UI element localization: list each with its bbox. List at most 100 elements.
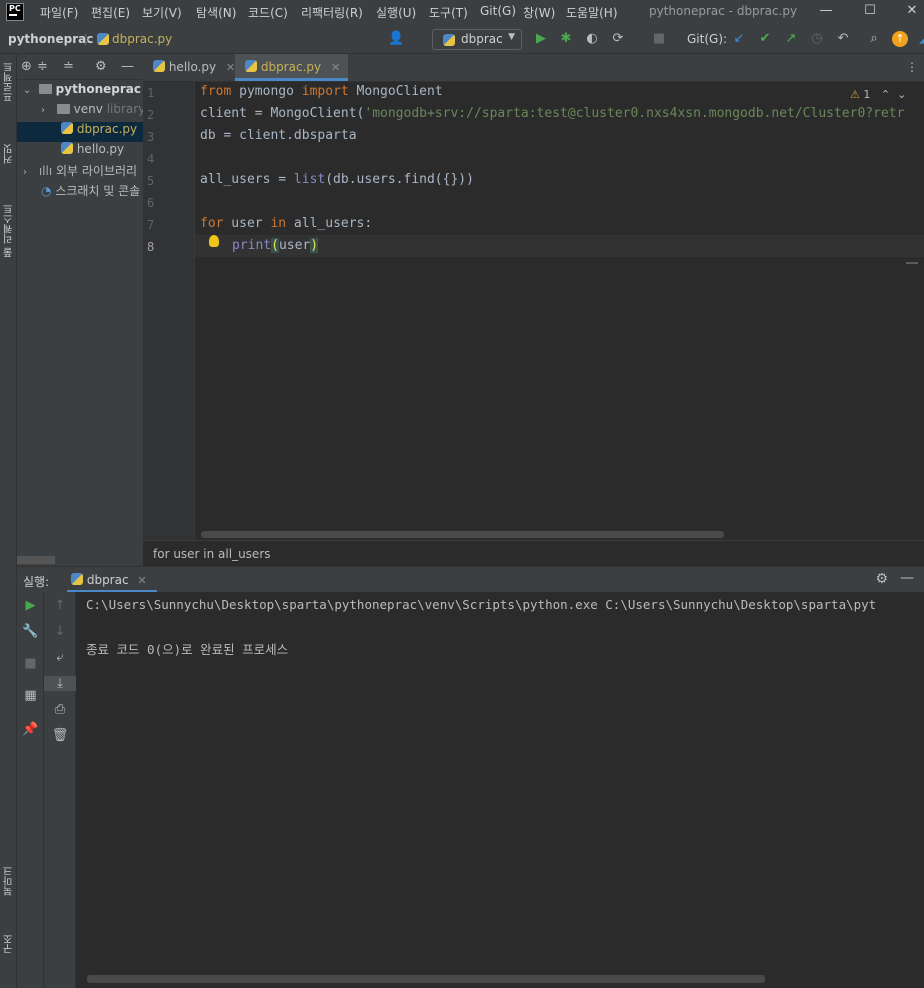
arrow-down-icon[interactable]: ↓ [44, 624, 76, 639]
horizontal-scrollbar[interactable] [201, 531, 724, 538]
profile-icon[interactable]: ⟳ [610, 31, 626, 47]
code-line-5: all_users = list(db.users.find({})) [200, 172, 474, 187]
console-line: 종료 코드 0(으)로 완료된 프로세스 [86, 642, 289, 657]
code-editor[interactable]: 1 2 3 4 5 6 7 8 from pymongo import Mong… [143, 82, 924, 540]
commit-tool-tab[interactable]: 커밋 [2, 144, 17, 164]
print-icon[interactable]: ⎙ [44, 702, 76, 717]
menu-refactor[interactable]: 리팩터링(R) [301, 4, 363, 21]
pin-icon[interactable]: 📌 [17, 722, 44, 737]
library-icon: ıllı [38, 164, 53, 178]
git-label: Git(G): [687, 32, 728, 46]
chevron-down-icon: ▼ [508, 32, 515, 42]
horizontal-scrollbar[interactable] [87, 975, 765, 983]
wrench-icon[interactable]: 🔧 [17, 624, 44, 639]
more-icon[interactable]: ⋮ [906, 60, 918, 74]
tree-scratches-label: 스크래치 및 콘솔 [55, 184, 141, 198]
run-tab[interactable]: dbprac ✕ [67, 567, 157, 593]
run-icon[interactable]: ▶ [533, 31, 549, 47]
tree-file-hello[interactable]: hello.py [17, 142, 143, 162]
history-icon[interactable]: ◷ [809, 31, 825, 47]
menu-navigate[interactable]: 탐색(N) [196, 4, 236, 21]
code-breadcrumb: for user in all_users [143, 540, 924, 566]
coverage-icon[interactable]: ◐ [584, 31, 600, 47]
code-line-2: client = MongoClient('mongodb+srv://spar… [200, 106, 905, 121]
lightbulb-icon[interactable] [209, 235, 219, 247]
menu-tools[interactable]: 도구(T) [429, 4, 468, 21]
window-title: pythoneprac - dbprac.py [649, 4, 798, 18]
gear-icon[interactable]: ⚙ [875, 571, 888, 587]
locate-icon[interactable]: ⊕ [21, 59, 32, 74]
close-icon[interactable]: ✕ [137, 574, 146, 587]
maximize-icon[interactable]: ☐ [860, 3, 880, 21]
trash-icon[interactable]: 🗑 [44, 728, 76, 743]
stop-icon[interactable]: ■ [651, 31, 667, 47]
structure-tool-tab[interactable]: 구조 [2, 934, 17, 954]
menu-bar: PC 파일(F) 편집(E) 보기(V) 탐색(N) 코드(C) 리팩터링(R)… [0, 0, 924, 26]
tree-external-libs[interactable]: › ıllı 외부 라이브러리 [17, 162, 143, 182]
menu-help[interactable]: 도움말(H) [566, 4, 618, 21]
breadcrumb-file[interactable]: dbprac.py [112, 32, 172, 46]
close-icon[interactable]: ✕ [226, 61, 235, 74]
tab-label: hello.py [168, 60, 217, 74]
pull-requests-tool-tab[interactable]: 풀 리퀘스트 [2, 204, 17, 257]
menu-file[interactable]: 파일(F) [40, 4, 78, 21]
debug-icon[interactable]: ✱ [558, 31, 574, 47]
minimize-icon[interactable]: — [816, 3, 836, 21]
code-breadcrumb-item[interactable]: for user in all_users [153, 547, 271, 561]
tab-hello[interactable]: hello.py ✕ [143, 54, 243, 81]
menu-window[interactable]: 창(W) [523, 4, 555, 21]
git-push-icon[interactable]: ↗ [783, 31, 799, 47]
tree-file-label: dbprac.py [76, 122, 138, 136]
search-icon[interactable]: ⌕ [866, 31, 882, 47]
user-icon[interactable]: 👤 [388, 31, 404, 47]
scratch-icon: ◔ [41, 184, 52, 198]
line-number: 7 [147, 218, 155, 232]
update-icon[interactable]: ↑ [892, 31, 908, 47]
menu-edit[interactable]: 편집(E) [91, 4, 130, 21]
layout-icon[interactable]: ▦ [17, 688, 44, 703]
menu-git[interactable]: Git(G) [480, 4, 516, 18]
tree-file-dbprac[interactable]: dbprac.py [17, 122, 143, 142]
run-panel-header: 실행: dbprac ✕ ⚙ — [17, 566, 924, 593]
expand-all-icon[interactable]: ≑ [37, 59, 48, 74]
project-tool-tab[interactable]: 프로젝트 [2, 62, 17, 102]
warning-icon: ⚠ [850, 88, 860, 101]
menu-view[interactable]: 보기(V) [142, 4, 182, 21]
console-line: C:\Users\Sunnychu\Desktop\sparta\pythone… [86, 597, 877, 612]
tree-root[interactable]: ⌄ pythoneprac C [17, 82, 143, 102]
rerun-icon[interactable]: ▶ [17, 598, 44, 613]
menu-run[interactable]: 실행(U) [376, 4, 416, 21]
soft-wrap-icon[interactable]: ⤶ [44, 650, 76, 665]
scroll-to-end-icon[interactable]: ⤓ [44, 676, 76, 691]
ide-icon[interactable]: ◢ [916, 31, 924, 47]
rollback-icon[interactable]: ↶ [835, 31, 851, 47]
menu-code[interactable]: 코드(C) [248, 4, 288, 21]
stop-icon[interactable]: ■ [17, 656, 44, 671]
collapse-all-icon[interactable]: ≐ [63, 59, 74, 74]
python-file-icon [71, 573, 83, 585]
line-number: 5 [147, 174, 155, 188]
hide-icon[interactable]: — [900, 570, 914, 586]
console-output[interactable]: C:\Users\Sunnychu\Desktop\sparta\pythone… [76, 592, 924, 988]
run-config-dropdown[interactable]: dbprac ▼ [432, 29, 522, 50]
line-number: 1 [147, 86, 155, 100]
gear-icon[interactable]: ⚙ [95, 59, 107, 74]
tree-venv[interactable]: › venv library [17, 102, 143, 122]
hide-icon[interactable]: — [121, 59, 134, 74]
tab-dbprac[interactable]: dbprac.py ✕ [235, 54, 349, 81]
inspection-widget[interactable]: ⚠ 1 ⌃ ⌄ [850, 88, 906, 101]
line-number: 2 [147, 108, 155, 122]
chevron-right-icon: › [23, 167, 27, 178]
code-line-1: from pymongo import MongoClient [200, 84, 443, 99]
git-update-icon[interactable]: ↙ [731, 31, 747, 47]
tree-scratches[interactable]: ◔ 스크래치 및 콘솔 [17, 182, 143, 202]
close-icon[interactable]: ✕ [331, 61, 340, 74]
git-commit-icon[interactable]: ✔ [757, 31, 773, 47]
horizontal-scrollbar[interactable] [17, 556, 55, 564]
code-line-3: db = client.dbsparta [200, 128, 357, 143]
arrow-up-icon[interactable]: ↑ [44, 598, 76, 613]
close-window-icon[interactable]: ✕ [902, 3, 922, 21]
scroll-marker [906, 262, 918, 264]
bookmarks-tool-tab[interactable]: 북마크 [2, 866, 17, 896]
breadcrumb-project[interactable]: pythoneprac [8, 32, 93, 46]
